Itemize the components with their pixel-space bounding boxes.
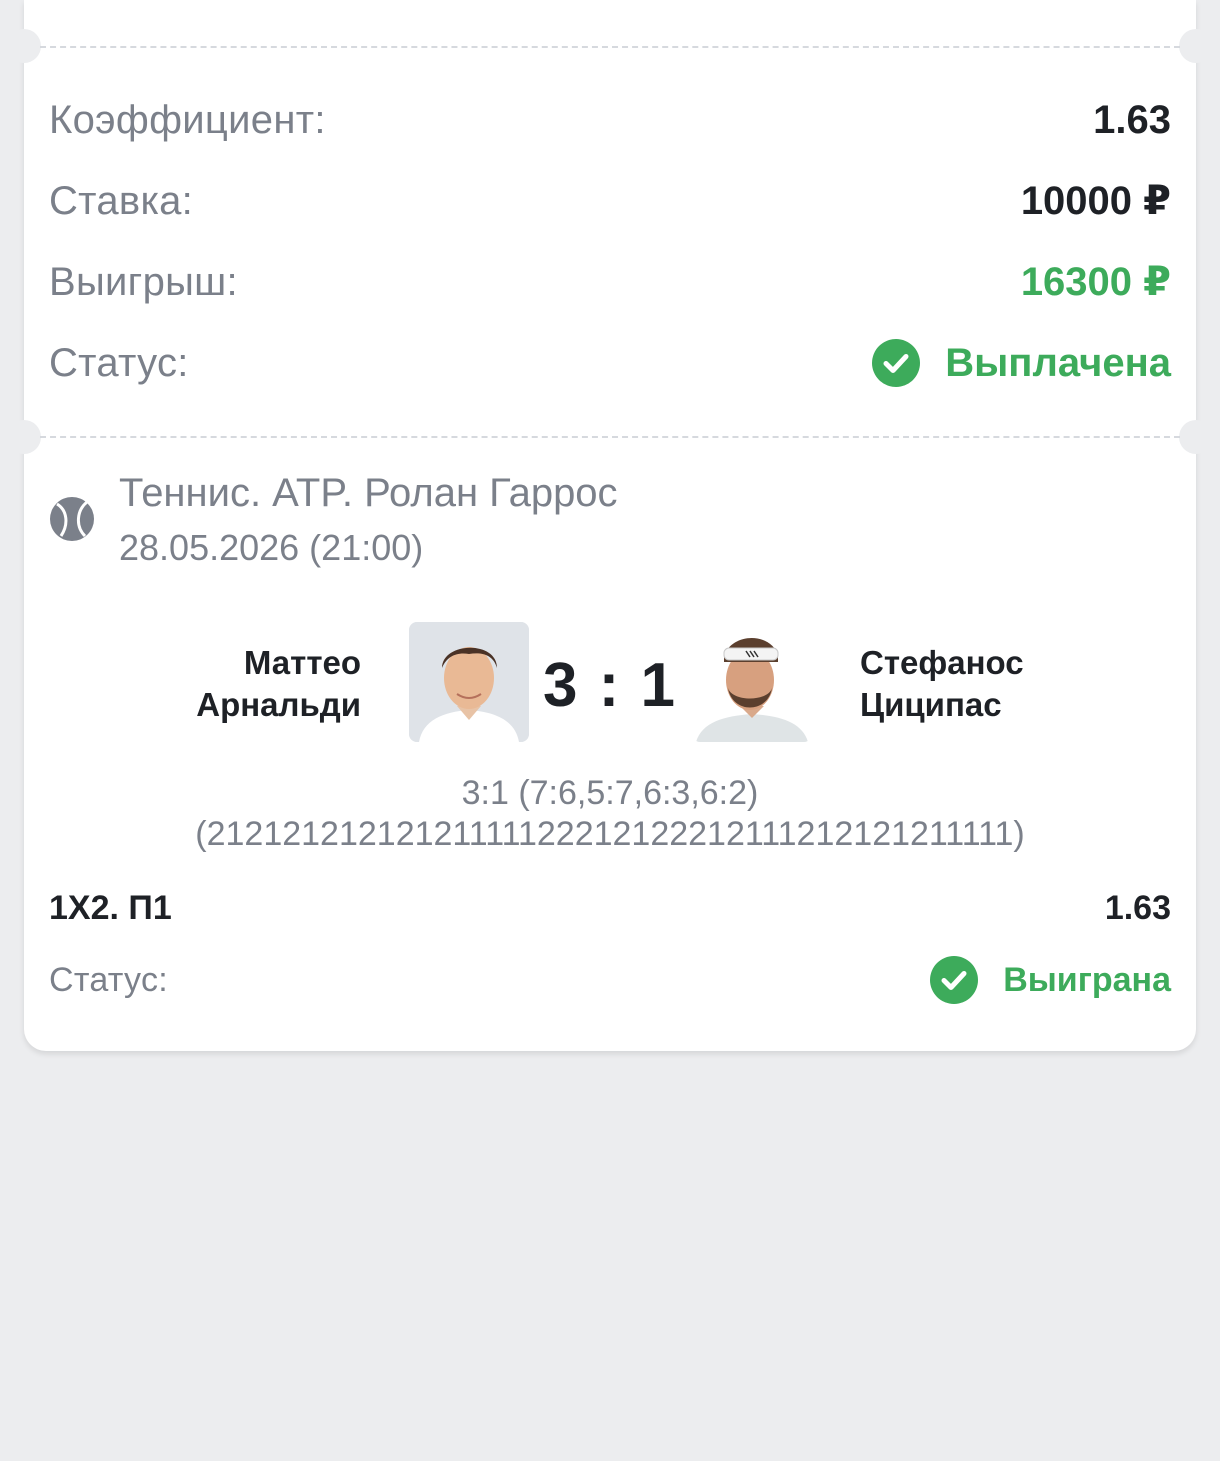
market-row: 1X2. П1 1.63	[49, 878, 1171, 938]
point-sequence: (212121212121211111222121222121112121212…	[195, 815, 1025, 853]
win-label: Выигрыш:	[49, 259, 238, 304]
event-status-indicator: Выиграна	[930, 956, 1171, 1004]
divider-top	[40, 46, 1180, 48]
set-scores: 3:1 (7:6,5:7,6:3,6:2)	[461, 774, 759, 812]
status-indicator: Выплачена	[872, 339, 1171, 387]
check-circle-icon	[930, 956, 979, 1004]
event-header: Теннис. ATP. Ролан Гаррос 28.05.2026 (21…	[49, 470, 618, 568]
away-player-avatar	[692, 622, 812, 742]
match-score: 3 : 1	[542, 651, 678, 720]
market-coef: 1.63	[1104, 888, 1171, 927]
status-row: Статус: Выплачена	[49, 333, 1171, 393]
divider-mid	[40, 436, 1180, 438]
status-value: Выплачена	[945, 340, 1171, 385]
event-title: Теннис. ATP. Ролан Гаррос	[119, 471, 618, 515]
home-player-avatar	[409, 622, 529, 742]
event-date: 28.05.2026 (21:00)	[119, 527, 424, 568]
away-last-name: Циципас	[860, 686, 1002, 723]
coef-label: Коэффициент:	[49, 97, 326, 142]
away-first-name: Стефанос	[860, 644, 1024, 681]
away-player-name: Стефанос Циципас	[860, 642, 1024, 726]
win-value: 16300 ₽	[1020, 260, 1171, 304]
status-label: Статус:	[49, 340, 189, 385]
win-row: Выигрыш: 16300 ₽	[49, 252, 1171, 312]
event-status-value: Выиграна	[1003, 960, 1171, 999]
coef-value: 1.63	[1093, 97, 1171, 142]
coef-row: Коэффициент: 1.63	[49, 90, 1171, 150]
home-first-name: Маттео	[243, 644, 361, 681]
ticket-notch-right-top	[1179, 29, 1213, 63]
stake-label: Ставка:	[49, 178, 194, 223]
ticket-notch-right-mid	[1179, 420, 1213, 454]
home-last-name: Арнальди	[196, 686, 361, 723]
check-circle-icon	[872, 339, 921, 387]
event-status-row: Статус: Выиграна	[49, 950, 1171, 1010]
market-name: 1X2. П1	[49, 888, 172, 927]
stake-row: Ставка: 10000 ₽	[49, 171, 1171, 231]
home-player-name: Маттео Арнальди	[196, 642, 361, 726]
event-status-label: Статус:	[49, 960, 169, 999]
stake-value: 10000 ₽	[1020, 179, 1171, 223]
ticket-notch-left-top	[7, 29, 41, 63]
ticket-notch-left-mid	[7, 420, 41, 454]
tennis-ball-icon	[49, 496, 95, 542]
